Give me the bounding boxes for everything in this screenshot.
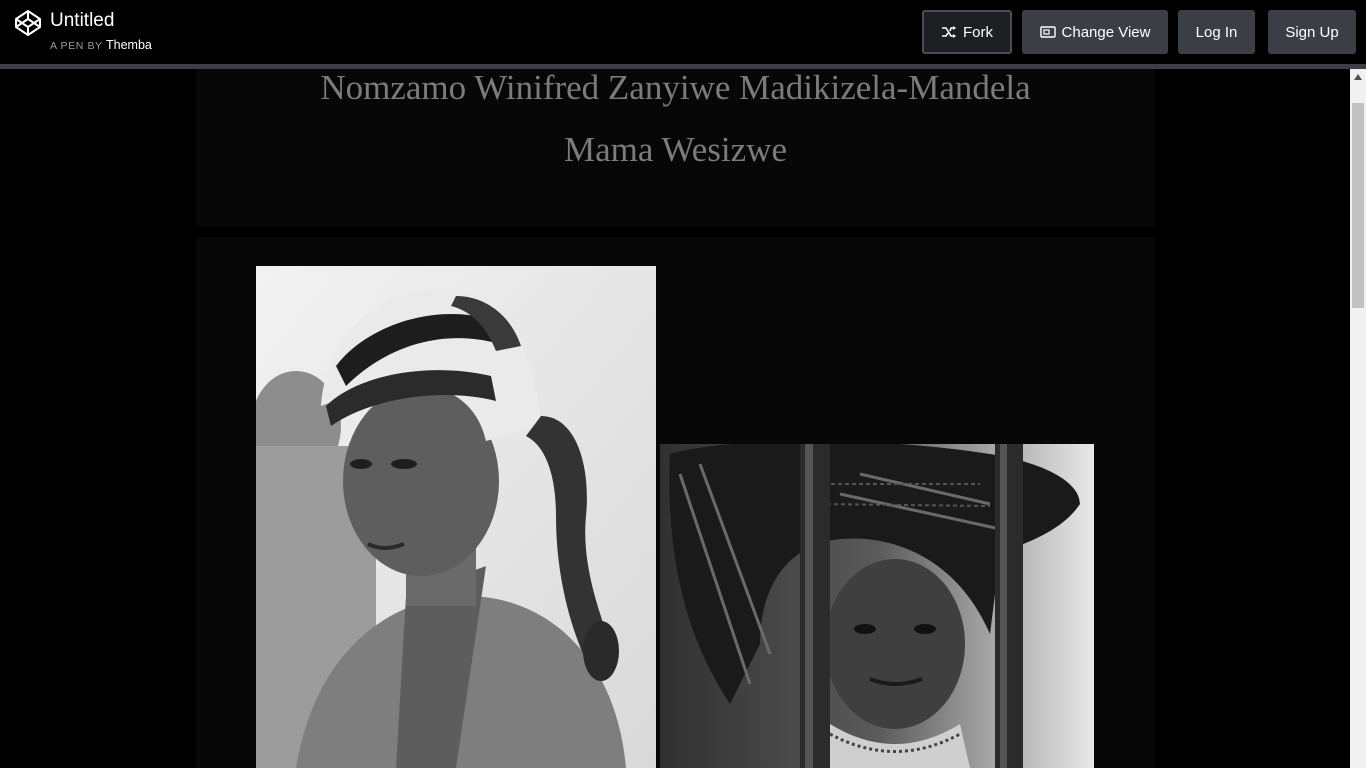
scroll-up-arrow-icon[interactable] [1350, 69, 1366, 85]
change-view-icon [1039, 26, 1056, 38]
change-view-label: Change View [1061, 23, 1151, 41]
portrait-photo-headwrap [256, 266, 656, 768]
change-view-button[interactable]: Change View [1022, 10, 1168, 54]
page-heading-name: Nomzamo Winifred Zanyiwe Madikizela-Mand… [320, 69, 1031, 107]
author-link[interactable]: Themba [106, 38, 152, 52]
codepen-logo-icon[interactable] [14, 9, 42, 37]
portrait-photo-bars [660, 444, 1094, 768]
photo-card [196, 237, 1155, 768]
pen-byline: A PEN BY Themba [50, 37, 152, 54]
scrollbar-thumb[interactable] [1352, 103, 1364, 308]
pen-title[interactable]: Untitled [50, 9, 114, 33]
login-button[interactable]: Log In [1178, 10, 1255, 54]
page-heading-title: Mama Wesizwe [564, 130, 787, 169]
codepen-header: Untitled A PEN BY Themba Fork Change Vie… [0, 0, 1366, 64]
signup-button[interactable]: Sign Up [1268, 10, 1356, 54]
heading-card: Nomzamo Winifred Zanyiwe Madikizela-Mand… [196, 69, 1155, 226]
vertical-scrollbar[interactable] [1350, 69, 1366, 768]
preview-frame: Nomzamo Winifred Zanyiwe Madikizela-Mand… [0, 69, 1350, 768]
byline-prefix: A PEN BY [50, 40, 103, 52]
fork-label: Fork [963, 23, 993, 41]
fork-button[interactable]: Fork [922, 10, 1012, 54]
fork-icon [941, 26, 957, 38]
